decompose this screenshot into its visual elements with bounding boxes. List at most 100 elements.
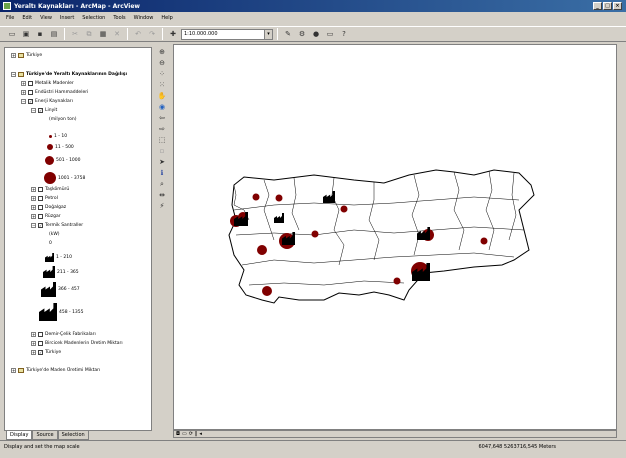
menu-tools[interactable]: Tools <box>113 15 125 21</box>
paste-icon[interactable]: ▦ <box>97 28 109 40</box>
print-icon[interactable]: ▤ <box>48 28 60 40</box>
toc-row[interactable]: − ✓ Enerji Kaynakları <box>21 99 73 104</box>
lignite-symbol[interactable] <box>480 237 488 245</box>
tab-source[interactable]: Source <box>32 431 58 440</box>
toc-row[interactable]: + Metalik Madenler <box>21 81 74 86</box>
forward-extent-icon[interactable]: ⇨ <box>157 124 167 134</box>
select-elements-icon[interactable]: ➤ <box>157 157 167 167</box>
power-plant-symbol[interactable] <box>274 213 284 223</box>
delete-icon[interactable]: ✕ <box>111 28 123 40</box>
expand-icon[interactable]: + <box>31 187 36 192</box>
toc-row[interactable]: + Türkiye <box>11 53 42 58</box>
expand-icon[interactable]: + <box>11 368 16 373</box>
layer-checkbox[interactable] <box>38 214 43 219</box>
toc-row[interactable]: + Endüstri Hammaddeleri <box>21 90 88 95</box>
close-button[interactable]: × <box>613 2 622 10</box>
toc-row[interactable]: + Doğalgaz <box>31 205 66 210</box>
pause-icon[interactable]: ‖ <box>195 431 198 437</box>
editor-toolbar-icon[interactable]: ✎ <box>282 28 294 40</box>
lignite-symbol[interactable] <box>340 205 348 213</box>
lignite-symbol[interactable] <box>275 194 283 202</box>
lignite-symbol[interactable] <box>262 286 272 296</box>
collapse-icon[interactable]: − <box>21 99 26 104</box>
turkey-map[interactable] <box>174 45 618 431</box>
zoom-in-icon[interactable]: ⊕ <box>157 47 167 57</box>
find-icon[interactable]: ⌕ <box>157 179 167 189</box>
map-window[interactable] <box>173 44 617 430</box>
redo-icon[interactable]: ↷ <box>146 28 158 40</box>
layer-checkbox[interactable]: ✓ <box>38 223 43 228</box>
refresh-icon[interactable]: ⟳ <box>189 431 193 437</box>
collapse-icon[interactable]: − <box>11 72 16 77</box>
expand-icon[interactable]: + <box>31 350 36 355</box>
measure-icon[interactable]: ⇹ <box>157 190 167 200</box>
expand-icon[interactable]: + <box>21 81 26 86</box>
menu-insert[interactable]: Insert <box>60 15 74 21</box>
maximize-button[interactable]: □ <box>603 2 612 10</box>
toc-row[interactable]: + Taşkömürü <box>31 187 69 192</box>
power-plant-symbol[interactable] <box>417 227 430 240</box>
command-line-icon[interactable]: ▭ <box>324 28 336 40</box>
cut-icon[interactable]: ✂ <box>69 28 81 40</box>
copy-icon[interactable]: ⧉ <box>83 28 95 40</box>
tab-display[interactable]: Display <box>6 431 33 440</box>
zoom-out-icon[interactable]: ⊖ <box>157 58 167 68</box>
lignite-symbol[interactable] <box>393 277 401 285</box>
toc-row[interactable]: − ✓ Linyit <box>31 108 57 113</box>
save-icon[interactable]: ▪ <box>34 28 46 40</box>
hyperlink-icon[interactable]: ⚡ <box>157 201 167 211</box>
toc-row[interactable]: + ✓ Türkiye <box>31 350 61 355</box>
menu-file[interactable]: File <box>6 15 14 21</box>
menu-help[interactable]: Help <box>161 15 172 21</box>
expand-icon[interactable]: + <box>31 214 36 219</box>
layer-checkbox[interactable]: ✓ <box>28 99 33 104</box>
lignite-symbol[interactable] <box>252 193 260 201</box>
chevron-down-icon[interactable]: ▾ <box>264 29 272 39</box>
add-data-icon[interactable]: ✚ <box>167 28 179 40</box>
layer-checkbox[interactable] <box>38 341 43 346</box>
undo-icon[interactable]: ↶ <box>132 28 144 40</box>
data-view-icon[interactable]: ◘ <box>176 431 180 437</box>
expand-icon[interactable]: + <box>31 332 36 337</box>
menu-window[interactable]: Window <box>134 15 154 21</box>
clear-selection-icon[interactable]: ▫ <box>157 146 167 156</box>
open-folder-icon[interactable]: ▣ <box>20 28 32 40</box>
layer-checkbox[interactable] <box>38 196 43 201</box>
back-extent-icon[interactable]: ⇦ <box>157 113 167 123</box>
whats-this-icon[interactable]: ? <box>338 28 350 40</box>
toc-row[interactable]: + Türkiye'de Maden Üretimi Miktarı <box>11 368 100 373</box>
power-plant-symbol[interactable] <box>323 191 335 203</box>
map-scale-combo[interactable]: 1:10.000.000 ▾ <box>181 28 273 40</box>
layer-checkbox[interactable] <box>28 90 33 95</box>
layer-checkbox[interactable] <box>38 332 43 337</box>
expand-icon[interactable]: + <box>31 341 36 346</box>
full-extent-icon[interactable]: ◉ <box>157 102 167 112</box>
toc-row[interactable]: + Demir-Çelik Fabrikaları <box>31 332 96 337</box>
lignite-symbol[interactable] <box>311 230 319 238</box>
arctoolbox-icon[interactable]: ⚙ <box>296 28 308 40</box>
toc-row[interactable]: + Rüzgar <box>31 214 61 219</box>
toc-row[interactable]: − ✓ Termik Santraller <box>31 223 83 228</box>
layer-checkbox[interactable]: ✓ <box>38 350 43 355</box>
layer-checkbox[interactable]: ✓ <box>38 108 43 113</box>
expand-icon[interactable]: + <box>31 196 36 201</box>
new-document-icon[interactable]: ▭ <box>6 28 18 40</box>
menu-view[interactable]: View <box>40 15 52 21</box>
lignite-symbol[interactable] <box>257 245 267 255</box>
collapse-icon[interactable]: − <box>31 108 36 113</box>
identify-icon[interactable]: ℹ <box>157 168 167 178</box>
tab-selection[interactable]: Selection <box>57 431 89 440</box>
fixed-zoom-in-icon[interactable]: ⁘ <box>157 69 167 79</box>
menu-selection[interactable]: Selection <box>82 15 105 21</box>
scroll-left-icon[interactable]: ◂ <box>199 431 202 437</box>
collapse-icon[interactable]: − <box>31 223 36 228</box>
arccatalog-icon[interactable]: ● <box>310 28 322 40</box>
expand-icon[interactable]: + <box>21 90 26 95</box>
layer-checkbox[interactable] <box>28 81 33 86</box>
menu-edit[interactable]: Edit <box>22 15 32 21</box>
toc-row[interactable]: − Türkiye'de Yeraltı Kaynaklarının Dağıl… <box>11 72 127 77</box>
select-features-icon[interactable]: ⬚ <box>157 135 167 145</box>
toc-row[interactable]: + Petrol <box>31 196 58 201</box>
pan-icon[interactable]: ✋ <box>157 91 167 101</box>
layer-checkbox[interactable] <box>38 205 43 210</box>
